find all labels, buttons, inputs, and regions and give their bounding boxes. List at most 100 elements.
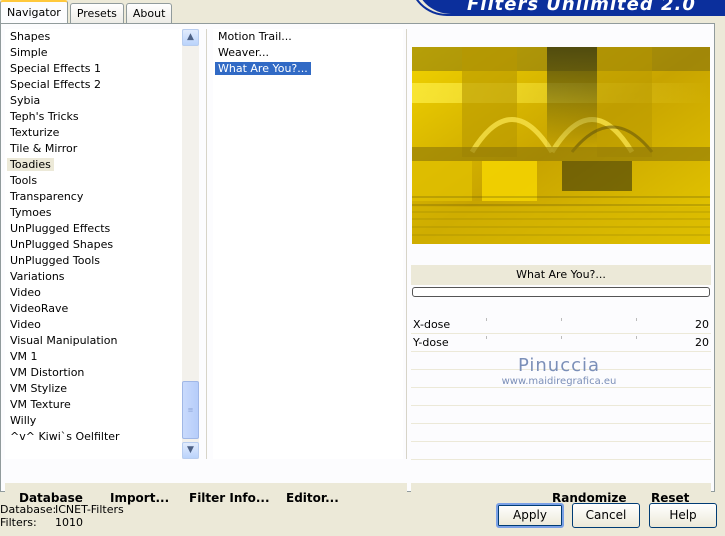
- category-item[interactable]: ^v^ Kiwi`s Oelfilter: [5, 429, 182, 445]
- scroll-down-button[interactable]: ▼: [182, 442, 199, 459]
- filter-item[interactable]: Motion Trail...: [213, 29, 403, 45]
- category-item-label: Teph's Tricks: [10, 110, 79, 123]
- database-value: ICNET-Filters: [55, 503, 124, 516]
- category-item[interactable]: Teph's Tricks: [5, 109, 182, 125]
- category-list[interactable]: Shapes Simple Special Effects 1 Special Eff…: [5, 29, 182, 459]
- param-label: Y-dose: [413, 336, 449, 349]
- category-scrollbar[interactable]: ▲ ≡ ▼: [182, 29, 199, 459]
- category-item-label: UnPlugged Effects: [10, 222, 111, 235]
- filter-item[interactable]: Weaver...: [213, 45, 403, 61]
- slider-tick: [486, 336, 487, 339]
- category-item[interactable]: VM Distortion: [5, 365, 182, 381]
- category-item[interactable]: Video: [5, 317, 182, 333]
- category-item[interactable]: Tools: [5, 173, 182, 189]
- slider-tick: [636, 336, 637, 339]
- category-item[interactable]: VM Texture: [5, 397, 182, 413]
- category-item[interactable]: VideoRave: [5, 301, 182, 317]
- category-item-label: Special Effects 2: [10, 78, 102, 91]
- scroll-thumb[interactable]: ≡: [182, 381, 199, 439]
- watermark-name: Pinuccia: [517, 355, 601, 376]
- filter-list[interactable]: Motion Trail... Weaver... What Are You?...: [213, 29, 403, 459]
- filter-item-label: Motion Trail...: [218, 30, 292, 43]
- category-item-label: UnPlugged Tools: [10, 254, 100, 267]
- param-value[interactable]: 20: [695, 334, 709, 352]
- category-item[interactable]: Shapes: [5, 29, 182, 45]
- apply-button[interactable]: Apply: [496, 503, 564, 528]
- category-item[interactable]: Willy: [5, 413, 182, 429]
- category-item[interactable]: Texturize: [5, 125, 182, 141]
- param-row: [411, 406, 711, 424]
- category-item[interactable]: UnPlugged Effects: [5, 221, 182, 237]
- category-item-label: Transparency: [10, 190, 84, 203]
- category-item[interactable]: Video: [5, 285, 182, 301]
- category-item-label: UnPlugged Shapes: [10, 238, 114, 251]
- category-item[interactable]: Simple: [5, 45, 182, 61]
- tab-navigator[interactable]: Navigator: [0, 0, 68, 24]
- category-item-label: Tile & Mirror: [10, 142, 78, 155]
- progress-bar: [412, 287, 710, 297]
- category-item-label: Tymoes: [10, 206, 52, 219]
- param-row: [411, 424, 711, 442]
- param-row[interactable]: X-dose 20: [411, 316, 711, 334]
- category-item[interactable]: VM 1: [5, 349, 182, 365]
- filters-value: 1010: [55, 516, 83, 529]
- editor-button[interactable]: Editor...: [286, 483, 339, 513]
- category-item[interactable]: Visual Manipulation: [5, 333, 182, 349]
- category-item-label: Tools: [10, 174, 38, 187]
- filter-info-button[interactable]: Filter Info...: [189, 483, 270, 513]
- category-item-label: Special Effects 1: [10, 62, 102, 75]
- category-item[interactable]: Transparency: [5, 189, 182, 205]
- filters-label: Filters:: [0, 516, 37, 529]
- app-banner: Filters Unlimited 2.0: [415, 0, 725, 14]
- status-info: Database: ICNET-Filters Filters: 1010: [0, 503, 124, 529]
- param-row[interactable]: Y-dose 20: [411, 334, 711, 352]
- tab-presets[interactable]: Presets: [69, 3, 124, 24]
- divider: [406, 29, 407, 459]
- category-item[interactable]: Special Effects 1: [5, 61, 182, 77]
- category-item[interactable]: UnPlugged Tools: [5, 253, 182, 269]
- category-item[interactable]: Sybia: [5, 93, 182, 109]
- param-row: [411, 388, 711, 406]
- parameter-list: X-dose 20 Y-dose 20: [411, 316, 711, 460]
- slider-tick: [636, 318, 637, 321]
- tab-strip: Navigator Presets About: [0, 0, 174, 24]
- filter-item[interactable]: What Are You?...: [213, 61, 403, 77]
- category-item-label: Simple: [10, 46, 48, 59]
- category-item[interactable]: VM Stylize: [5, 381, 182, 397]
- divider: [206, 29, 207, 459]
- filter-item-label: Weaver...: [218, 46, 270, 59]
- navigator-panel: Shapes Simple Special Effects 1 Special Eff…: [0, 23, 715, 513]
- watermark-url: www.maidiregrafica.eu: [501, 376, 617, 387]
- database-label: Database:: [0, 503, 57, 516]
- slider-tick: [561, 318, 562, 321]
- category-item-label: Texturize: [10, 126, 60, 139]
- category-item-label: Shapes: [10, 30, 51, 43]
- category-item-label: Visual Manipulation: [10, 334, 118, 347]
- filter-item-label: What Are You?...: [215, 62, 311, 75]
- cancel-button[interactable]: Cancel: [572, 503, 640, 528]
- category-item[interactable]: UnPlugged Shapes: [5, 237, 182, 253]
- category-item-label: Variations: [10, 270, 65, 283]
- param-row: [411, 442, 711, 460]
- category-item-label: Video: [10, 286, 41, 299]
- category-item-label: VM Stylize: [10, 382, 67, 395]
- slider-tick: [561, 336, 562, 339]
- param-label: X-dose: [413, 318, 451, 331]
- category-item-label: VM 1: [10, 350, 38, 363]
- category-item-label: Sybia: [10, 94, 41, 107]
- scroll-up-button[interactable]: ▲: [182, 29, 199, 46]
- category-item[interactable]: Special Effects 2: [5, 77, 182, 93]
- category-item-label: Willy: [10, 414, 37, 427]
- category-item-label: VideoRave: [10, 302, 69, 315]
- param-value[interactable]: 20: [695, 316, 709, 334]
- category-item[interactable]: Variations: [5, 269, 182, 285]
- category-item[interactable]: Tymoes: [5, 205, 182, 221]
- category-item-label: VM Texture: [10, 398, 71, 411]
- preview-image: [412, 47, 710, 244]
- tab-about[interactable]: About: [125, 3, 173, 24]
- category-item[interactable]: Tile & Mirror: [5, 141, 182, 157]
- category-item-label: Video: [10, 318, 41, 331]
- help-button[interactable]: Help: [649, 503, 717, 528]
- slider-tick: [486, 318, 487, 321]
- category-item[interactable]: Toadies: [5, 157, 182, 173]
